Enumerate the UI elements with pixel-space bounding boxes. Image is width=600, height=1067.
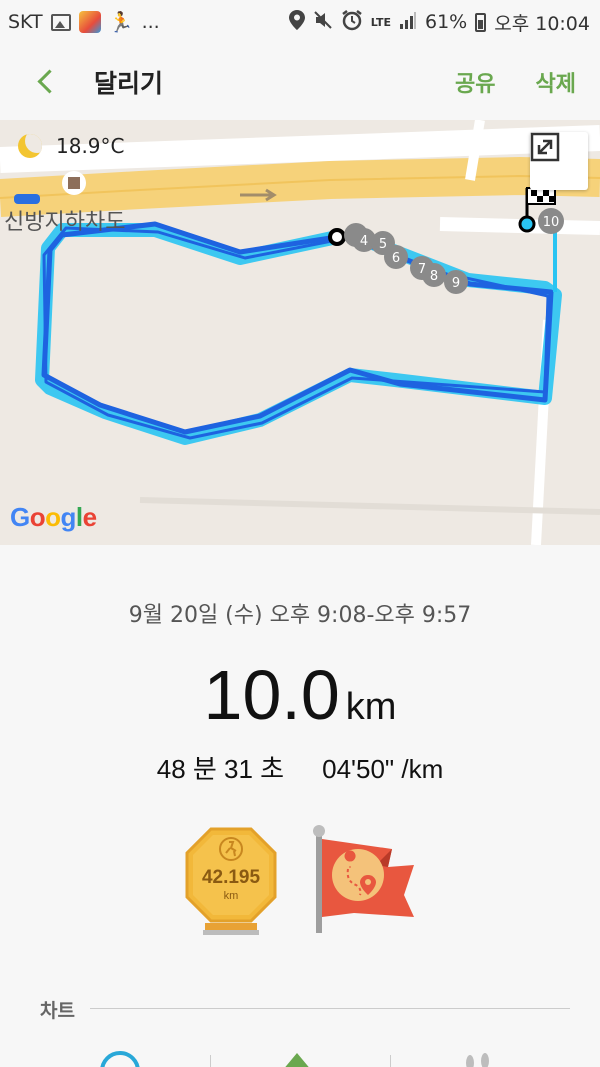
map-place-label: 신방지하차도	[4, 210, 126, 235]
more-notifications: ...	[141, 11, 160, 33]
tab-separator	[390, 1055, 391, 1067]
km-marker-9: 9	[452, 276, 460, 291]
medal-value: 42.195	[202, 867, 261, 888]
tab-separator	[210, 1055, 211, 1067]
timer-icon[interactable]	[98, 1051, 142, 1067]
alarm-icon	[341, 9, 363, 36]
battery-percent: 61%	[425, 11, 468, 33]
moon-icon	[18, 134, 42, 158]
marathon-medal-badge[interactable]: 42.195 km	[185, 827, 277, 937]
route-map[interactable]: 4 5 6 7 8 9 10 18.9°C 신방지하차도 Google	[0, 120, 600, 545]
expand-map-button[interactable]	[530, 132, 588, 190]
distance-value: 10.0	[203, 656, 340, 734]
page-title: 달리기	[94, 69, 164, 98]
location-icon	[288, 9, 305, 35]
workout-summary: 9월 20일 (수) 오후 9:08-오후 9:57 10.0 km 48 분 3…	[0, 545, 600, 1067]
status-bar: SKT 🏃 ... LTE 61% 오후 10:04	[0, 0, 600, 44]
map-graphics: 4 5 6 7 8 9 10	[0, 120, 600, 545]
section-divider	[90, 1008, 570, 1009]
google-logo: Google	[10, 502, 97, 532]
share-button[interactable]: 공유	[455, 66, 495, 98]
chart-tabs-partial	[0, 1045, 600, 1067]
workout-stats: 48 분 31 초 04'50" /km	[0, 749, 600, 786]
carrier-label: SKT	[8, 11, 43, 33]
expand-icon	[530, 132, 560, 162]
workout-datetime: 9월 20일 (수) 오후 9:08-오후 9:57	[128, 603, 472, 628]
app-notification-icon	[78, 11, 101, 33]
pace: 04'50" /km	[322, 754, 444, 784]
chart-section: 차트	[0, 990, 600, 1030]
gallery-notification-icon	[50, 13, 71, 31]
medal-unit: km	[224, 890, 239, 902]
km-marker-6: 6	[392, 251, 400, 266]
elevation-icon[interactable]	[280, 1051, 314, 1067]
route-flag-badge[interactable]	[310, 825, 420, 937]
delete-button[interactable]: 삭제	[536, 66, 576, 98]
temperature: 18.9°C	[56, 134, 125, 158]
network-type: LTE	[370, 15, 391, 29]
km-marker-5: 5	[379, 237, 387, 252]
chart-section-label: 차트	[40, 1000, 75, 1022]
distance-unit: km	[345, 686, 397, 728]
running-notification-icon: 🏃	[108, 10, 134, 34]
signal-icon	[399, 11, 417, 34]
km-marker-8: 8	[430, 269, 438, 284]
km-marker-10: 10	[543, 215, 560, 230]
duration: 48 분 31 초	[156, 754, 285, 784]
back-icon[interactable]	[30, 67, 60, 97]
km-marker-4: 4	[360, 234, 368, 249]
battery-icon	[475, 12, 487, 32]
steps-icon[interactable]	[460, 1051, 494, 1067]
weather-info: 18.9°C	[18, 134, 125, 158]
mute-icon	[313, 10, 333, 35]
route-line	[35, 220, 562, 445]
clock: 오후 10:04	[494, 12, 590, 35]
app-header: 달리기 공유 삭제	[0, 44, 600, 120]
distance-display: 10.0 km	[0, 655, 600, 735]
